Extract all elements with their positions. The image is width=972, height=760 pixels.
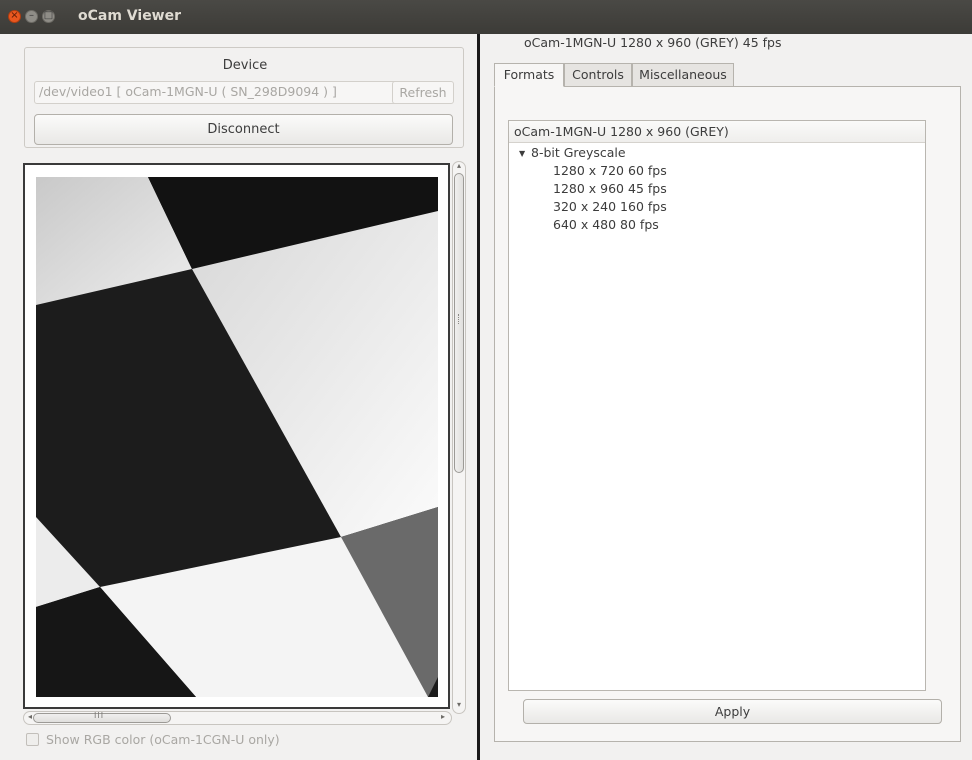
show-rgb-label: Show RGB color (oCam-1CGN-U only) <box>46 732 280 747</box>
minimize-icon: – <box>29 10 34 21</box>
scroll-up-icon[interactable]: ▴ <box>452 161 466 170</box>
device-group-title: Device <box>222 58 268 73</box>
vertical-scroll-thumb[interactable] <box>454 173 464 473</box>
format-group[interactable]: ▼ 8-bit Greyscale <box>519 145 626 160</box>
camera-status: oCam-1MGN-U 1280 x 960 (GREY) 45 fps <box>524 35 782 50</box>
format-item[interactable]: 320 x 240 160 fps <box>553 199 667 214</box>
refresh-button[interactable]: Refresh <box>392 81 454 104</box>
tab-miscellaneous[interactable]: Miscellaneous <box>632 63 734 87</box>
tab-controls[interactable]: Controls <box>564 63 632 87</box>
minimize-window-button[interactable]: – <box>25 10 38 23</box>
disconnect-button[interactable]: Disconnect <box>34 114 453 145</box>
format-item[interactable]: 1280 x 720 60 fps <box>553 163 667 178</box>
format-tree[interactable]: oCam-1MGN-U 1280 x 960 (GREY) ▼ 8-bit Gre… <box>508 120 926 691</box>
show-rgb-checkbox[interactable] <box>26 733 39 746</box>
maximize-icon: □ <box>43 10 54 21</box>
right-pane: oCam-1MGN-U 1280 x 960 (GREY) 45 fps For… <box>480 34 972 760</box>
format-tree-header: oCam-1MGN-U 1280 x 960 (GREY) <box>509 121 925 143</box>
title-bar: × – □ oCam Viewer <box>0 0 972 34</box>
apply-button[interactable]: Apply <box>523 699 942 724</box>
grip-icon <box>458 314 461 324</box>
tab-formats[interactable]: Formats <box>494 63 564 87</box>
device-select-value: /dev/video1 [ oCam-1MGN-U ( SN_298D9094 … <box>39 84 337 99</box>
close-window-button[interactable]: × <box>8 10 21 23</box>
maximize-window-button[interactable]: □ <box>42 10 55 23</box>
disclosure-triangle-icon[interactable]: ▼ <box>519 149 531 158</box>
grip-icon: III <box>94 711 105 720</box>
close-icon: × <box>10 10 19 21</box>
scroll-down-icon[interactable]: ▾ <box>452 700 466 709</box>
format-item[interactable]: 640 x 480 80 fps <box>553 217 659 232</box>
format-item[interactable]: 1280 x 960 45 fps <box>553 181 667 196</box>
device-select[interactable]: /dev/video1 [ oCam-1MGN-U ( SN_298D9094 … <box>34 81 410 104</box>
left-pane: Device /dev/video1 [ oCam-1MGN-U ( SN_29… <box>0 34 477 760</box>
vertical-scrollbar[interactable]: ▴ ▾ <box>452 161 466 714</box>
scroll-right-icon[interactable]: ▸ <box>436 712 450 721</box>
horizontal-scrollbar[interactable]: ◂ III ▸ <box>23 711 452 725</box>
format-group-label: 8-bit Greyscale <box>531 145 626 160</box>
camera-view <box>23 163 450 709</box>
window-title: oCam Viewer <box>78 8 182 24</box>
horizontal-scroll-thumb[interactable]: III <box>33 711 171 723</box>
camera-image <box>36 177 438 697</box>
